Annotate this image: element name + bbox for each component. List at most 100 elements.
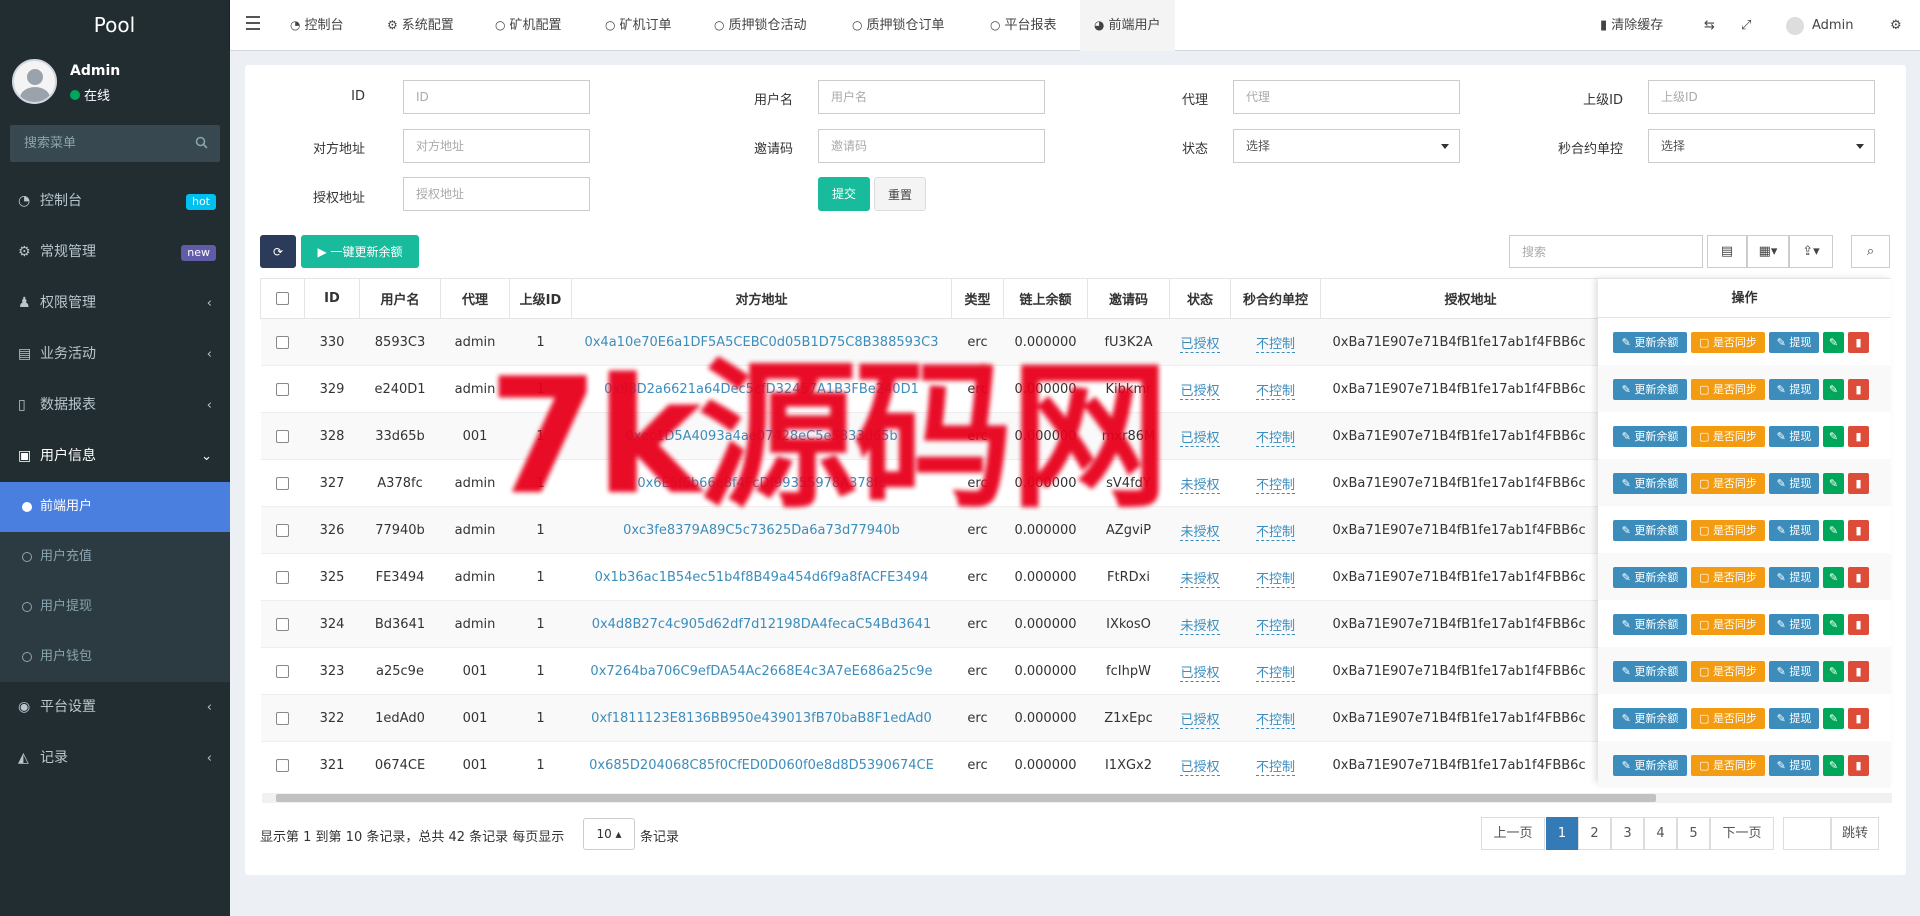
- refresh-all-balance-button[interactable]: ▶ 一键更新余额: [301, 235, 419, 268]
- column-header[interactable]: ID: [304, 278, 360, 319]
- update-balance-button[interactable]: ✎ 更新余额: [1613, 426, 1687, 447]
- tab-miner-config[interactable]: ○ 矿机配置: [487, 0, 570, 51]
- column-header[interactable]: 授权地址: [1320, 278, 1621, 319]
- cell-sec-ctrl[interactable]: 不控制: [1255, 430, 1295, 447]
- cell-status[interactable]: 已授权: [1180, 383, 1220, 400]
- update-balance-button[interactable]: ✎ 更新余额: [1613, 661, 1687, 682]
- withdraw-button[interactable]: ✎ 提现: [1769, 473, 1819, 494]
- sync-toggle-button[interactable]: ▢ 是否同步: [1691, 755, 1765, 776]
- tab-platform-report[interactable]: ○ 平台报表: [982, 0, 1065, 51]
- sync-toggle-button[interactable]: ▢ 是否同步: [1691, 661, 1765, 682]
- sync-toggle-button[interactable]: ▢ 是否同步: [1691, 473, 1765, 494]
- table-search-input[interactable]: [1509, 235, 1703, 268]
- cell-status[interactable]: 已授权: [1180, 430, 1220, 447]
- cell-status[interactable]: 已授权: [1180, 759, 1220, 776]
- edit-icon[interactable]: ✎: [1823, 379, 1844, 400]
- row-checkbox[interactable]: [276, 711, 289, 725]
- delete-icon[interactable]: ▮: [1848, 332, 1869, 353]
- update-balance-button[interactable]: ✎ 更新余额: [1613, 332, 1687, 353]
- column-header[interactable]: 秒合约单控: [1230, 278, 1321, 319]
- withdraw-button[interactable]: ✎ 提现: [1769, 426, 1819, 447]
- withdraw-button[interactable]: ✎ 提现: [1769, 755, 1819, 776]
- sidebar-item-user-withdraw[interactable]: 用户提现: [0, 582, 230, 632]
- column-header[interactable]: 对方地址: [571, 278, 952, 319]
- reset-button[interactable]: 重置: [874, 177, 926, 211]
- cell-opp-addr[interactable]: 0x1b36ac1B54ec51b4f8B49a454d6f9a8fACFE34…: [595, 570, 929, 585]
- update-balance-button[interactable]: ✎ 更新余额: [1613, 755, 1687, 776]
- cell-sec-ctrl[interactable]: 不控制: [1255, 383, 1295, 400]
- fullscreen-icon[interactable]: ⤢: [1741, 0, 1751, 51]
- delete-icon[interactable]: ▮: [1848, 567, 1869, 588]
- cell-opp-addr[interactable]: 0xf1811123E8136BB950e439013fB70baB8F1edA…: [591, 711, 932, 726]
- delete-icon[interactable]: ▮: [1848, 661, 1869, 682]
- update-balance-button[interactable]: ✎ 更新余额: [1613, 567, 1687, 588]
- edit-icon[interactable]: ✎: [1823, 661, 1844, 682]
- filter-opp-addr-input[interactable]: [403, 129, 590, 163]
- row-checkbox[interactable]: [276, 429, 289, 443]
- update-balance-button[interactable]: ✎ 更新余额: [1613, 520, 1687, 541]
- sidebar-item-dashboard[interactable]: ◔ 控制台 hot: [0, 176, 230, 227]
- page-size-select[interactable]: 10 ▴: [583, 818, 635, 850]
- horizontal-scrollbar[interactable]: [262, 793, 1892, 803]
- tab-miner-orders[interactable]: ○ 矿机订单: [597, 0, 680, 51]
- row-checkbox[interactable]: [276, 476, 289, 490]
- edit-icon[interactable]: ✎: [1823, 614, 1844, 635]
- filter-username-input[interactable]: [818, 80, 1045, 114]
- sidebar-item-user-recharge[interactable]: 用户充值: [0, 532, 230, 582]
- filter-agent-input[interactable]: [1233, 80, 1460, 114]
- sync-toggle-button[interactable]: ▢ 是否同步: [1691, 708, 1765, 729]
- row-checkbox[interactable]: [276, 523, 289, 537]
- toggle-view-button[interactable]: ▤: [1707, 235, 1747, 268]
- page-button[interactable]: 4: [1644, 817, 1677, 850]
- search-icon[interactable]: [195, 136, 208, 153]
- cell-sec-ctrl[interactable]: 不控制: [1255, 336, 1295, 353]
- language-icon[interactable]: ⇆: [1704, 0, 1715, 51]
- filter-id-input[interactable]: [403, 80, 590, 114]
- row-checkbox[interactable]: [276, 664, 289, 678]
- withdraw-button[interactable]: ✎ 提现: [1769, 332, 1819, 353]
- cell-sec-ctrl[interactable]: 不控制: [1255, 618, 1295, 635]
- edit-icon[interactable]: ✎: [1823, 426, 1844, 447]
- sync-toggle-button[interactable]: ▢ 是否同步: [1691, 567, 1765, 588]
- advanced-search-button[interactable]: ⌕: [1851, 235, 1890, 268]
- cell-opp-addr[interactable]: 0x4d8B27c4c905d62df7d12198DA4fecaC54Bd36…: [592, 617, 932, 632]
- brand-logo[interactable]: Pool: [0, 0, 230, 50]
- delete-icon[interactable]: ▮: [1848, 614, 1869, 635]
- delete-icon[interactable]: ▮: [1848, 473, 1869, 494]
- column-header[interactable]: 上级ID: [509, 278, 572, 319]
- columns-button[interactable]: ▦▾: [1747, 235, 1789, 268]
- cell-sec-ctrl[interactable]: 不控制: [1255, 477, 1295, 494]
- cell-status[interactable]: 未授权: [1180, 477, 1220, 494]
- cell-status[interactable]: 已授权: [1180, 336, 1220, 353]
- row-checkbox[interactable]: [276, 570, 289, 584]
- row-checkbox[interactable]: [276, 617, 289, 631]
- cell-opp-addr[interactable]: 0x7264ba706C9efDA54Ac2668E4c3A7eE686a25c…: [590, 664, 932, 679]
- withdraw-button[interactable]: ✎ 提现: [1769, 567, 1819, 588]
- cell-status[interactable]: 未授权: [1180, 618, 1220, 635]
- page-button[interactable]: 5: [1677, 817, 1710, 850]
- column-header[interactable]: 状态: [1169, 278, 1231, 319]
- cell-status[interactable]: 已授权: [1180, 665, 1220, 682]
- tab-system-config[interactable]: ⚙ 系统配置: [379, 0, 462, 51]
- sync-toggle-button[interactable]: ▢ 是否同步: [1691, 332, 1765, 353]
- row-checkbox[interactable]: [276, 335, 289, 349]
- update-balance-button[interactable]: ✎ 更新余额: [1613, 708, 1687, 729]
- update-balance-button[interactable]: ✎ 更新余额: [1613, 614, 1687, 635]
- sidebar-item-activity[interactable]: ▤ 业务活动 ‹: [0, 329, 230, 380]
- jump-page-input[interactable]: [1783, 817, 1831, 850]
- filter-status-select[interactable]: 选择: [1233, 129, 1460, 163]
- sidebar-item-frontend-users[interactable]: 前端用户: [0, 482, 230, 532]
- sidebar-item-platform-settings[interactable]: ◉ 平台设置 ‹: [0, 682, 230, 733]
- page-button[interactable]: 3: [1611, 817, 1644, 850]
- cell-sec-ctrl[interactable]: 不控制: [1255, 665, 1295, 682]
- withdraw-button[interactable]: ✎ 提现: [1769, 614, 1819, 635]
- page-button[interactable]: 1: [1546, 817, 1578, 850]
- sync-toggle-button[interactable]: ▢ 是否同步: [1691, 426, 1765, 447]
- sync-toggle-button[interactable]: ▢ 是否同步: [1691, 520, 1765, 541]
- settings-gear-icon[interactable]: ⚙: [1890, 0, 1902, 51]
- row-checkbox[interactable]: [276, 758, 289, 772]
- tab-frontend-users[interactable]: ◕ 前端用户: [1080, 0, 1175, 51]
- column-header[interactable]: 代理: [440, 278, 510, 319]
- sync-toggle-button[interactable]: ▢ 是否同步: [1691, 379, 1765, 400]
- sidebar-item-user-wallet[interactable]: 用户钱包: [0, 632, 230, 682]
